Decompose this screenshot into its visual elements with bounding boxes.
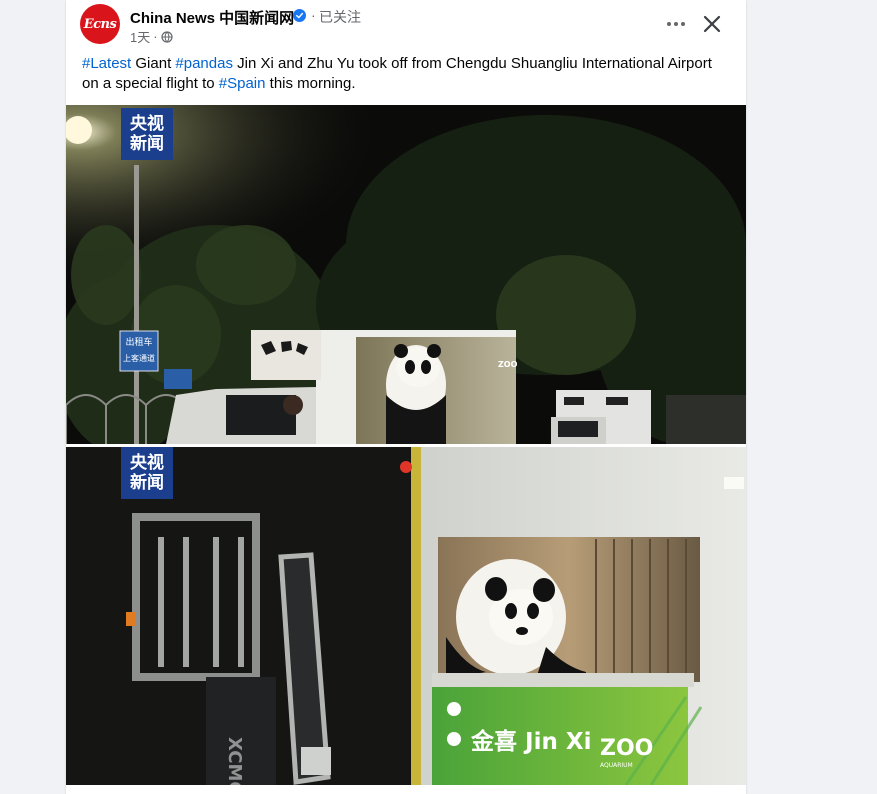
page-name-link[interactable]: China News 中国新闻网: [130, 7, 294, 28]
avatar-logo-text: Ecns: [83, 16, 117, 32]
hashtag-latest[interactable]: #Latest: [82, 55, 131, 72]
verified-badge-icon: [293, 9, 306, 22]
separator-dot: ·: [153, 29, 158, 44]
forklift-brand: XCMG: [224, 737, 245, 785]
post-caption: #Latest Giant #pandas Jin Xi and Zhu Yu …: [82, 54, 732, 94]
watermark-line-2: 新闻: [130, 134, 164, 154]
watermark-line-1: 央视: [130, 114, 164, 134]
hashtag-pandas[interactable]: #pandas: [175, 55, 233, 72]
close-icon: [703, 15, 721, 33]
cctv-news-watermark: 央视 新闻: [121, 108, 173, 160]
watermark-line-2: 新闻: [130, 473, 164, 493]
hashtag-spain[interactable]: #Spain: [219, 75, 266, 92]
globe-icon: [160, 30, 173, 43]
zoo-logo-sub: AQUARIUM: [600, 762, 633, 769]
truck-zoo-logo: ZOO: [498, 360, 518, 369]
more-icon: [667, 22, 685, 26]
close-button[interactable]: [700, 12, 724, 36]
follow-status[interactable]: 已关注: [319, 7, 361, 27]
separator-dot: ·: [311, 7, 316, 23]
post-footer-edge: [66, 785, 746, 794]
more-options-button[interactable]: [664, 12, 688, 36]
post-photo-1[interactable]: 出租车 上客通道 ZOO 央视 新闻: [66, 105, 746, 444]
post-card: Ecns China News 中国新闻网 · 已关注 1天 · #Latest…: [66, 0, 746, 794]
caption-text: this morning.: [265, 75, 356, 92]
post-meta: 1天 ·: [130, 27, 173, 46]
sign-text-1: 出租车: [125, 336, 152, 348]
crate-name-sign: 金喜 Jin Xi: [470, 728, 591, 755]
cctv-news-watermark: 央视 新闻: [121, 447, 173, 499]
post-timestamp[interactable]: 1天: [130, 27, 150, 46]
page-avatar[interactable]: Ecns: [80, 4, 120, 44]
zoo-logo: ZOO: [600, 736, 653, 761]
watermark-line-1: 央视: [130, 453, 164, 473]
post-photo-2[interactable]: XCMG 金喜 Jin Xi ZOO AQUARIUM 央视 新闻: [66, 447, 746, 785]
caption-text: Giant: [131, 55, 176, 72]
sign-text-2: 上客通道: [123, 353, 155, 363]
